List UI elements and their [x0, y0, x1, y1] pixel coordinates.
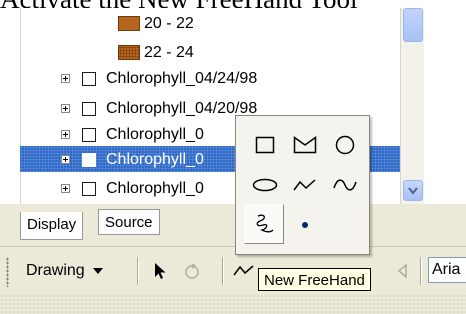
- freehand-icon: [256, 214, 274, 233]
- layer-label[interactable]: Chlorophyll_0: [106, 180, 204, 198]
- new-shape-tool-palette: [235, 115, 370, 255]
- tab-strip: Display Source: [0, 204, 466, 246]
- polygon-icon: [293, 136, 317, 154]
- vertical-scrollbar[interactable]: [400, 8, 424, 204]
- toolbar-separator: [222, 257, 224, 285]
- expand-icon[interactable]: [61, 130, 70, 139]
- tab-source[interactable]: Source: [98, 209, 160, 235]
- drawing-menu-button[interactable]: Drawing: [26, 259, 103, 283]
- layer-visibility-checkbox[interactable]: [82, 71, 96, 86]
- expand-icon[interactable]: [61, 155, 70, 164]
- status-strip: [0, 294, 466, 314]
- circle-tool-button[interactable]: [328, 128, 362, 162]
- scrollbar-thumb[interactable]: [403, 8, 423, 42]
- toolbar-separator: [137, 257, 139, 285]
- layer-row[interactable]: Chlorophyll_04/24/98: [61, 66, 257, 91]
- tooltip: New FreeHand: [258, 268, 371, 291]
- ellipse-tool-button[interactable]: [248, 168, 282, 202]
- expand-icon[interactable]: [61, 184, 70, 193]
- layer-row[interactable]: Chlorophyll_0: [61, 176, 204, 201]
- ellipse-icon: [252, 178, 278, 192]
- chevron-down-icon: [408, 186, 418, 195]
- curve-tool-button[interactable]: [328, 168, 362, 202]
- expand-icon[interactable]: [61, 104, 70, 113]
- freehand-tool-button[interactable]: [244, 204, 284, 244]
- layer-visibility-checkbox[interactable]: [82, 152, 96, 167]
- rectangle-tool-button[interactable]: [248, 128, 282, 162]
- marker-tool-button[interactable]: [288, 208, 322, 242]
- pointer-arrow-icon: [155, 263, 166, 279]
- drawing-menu-label: Drawing: [26, 262, 85, 279]
- line-tool-button[interactable]: [288, 168, 322, 202]
- polyline-icon: [293, 179, 316, 191]
- legend-label: 20 - 22: [144, 14, 194, 32]
- circle-icon: [335, 135, 355, 155]
- toolbar-grip[interactable]: [6, 257, 9, 287]
- drawing-toolbar: Drawing Aria: [0, 246, 466, 295]
- marker-dot-icon: [302, 222, 308, 228]
- rectangle-icon: [255, 136, 275, 154]
- layer-row-selected[interactable]: Chlorophyll_0: [61, 147, 204, 172]
- layer-visibility-checkbox[interactable]: [82, 101, 96, 116]
- arrow-tool-button[interactable]: [394, 259, 418, 283]
- toolbar-separator: [420, 257, 422, 285]
- font-name-input[interactable]: Aria: [428, 257, 466, 283]
- legend-swatch: [118, 45, 140, 60]
- dropdown-arrow-icon: [92, 268, 103, 274]
- layer-label[interactable]: Chlorophyll_0: [106, 151, 204, 169]
- line-tool-icon: [233, 265, 254, 276]
- layer-visibility-checkbox[interactable]: [82, 181, 96, 196]
- legend-swatch: [118, 16, 140, 31]
- layer-visibility-checkbox[interactable]: [82, 127, 96, 142]
- rotate-button[interactable]: [180, 259, 204, 283]
- layer-row[interactable]: Chlorophyll_0: [61, 122, 204, 147]
- legend-item: 20 - 22: [118, 11, 194, 36]
- arrow-shape-icon: [397, 263, 407, 279]
- polygon-tool-button[interactable]: [288, 128, 322, 162]
- legend-item: 22 - 24: [118, 40, 194, 65]
- scroll-down-button[interactable]: [403, 180, 423, 201]
- layer-row[interactable]: Chlorophyll_04/20/98: [61, 96, 257, 121]
- layer-label[interactable]: Chlorophyll_0: [106, 126, 204, 144]
- layer-label[interactable]: Chlorophyll_04/24/98: [106, 70, 257, 88]
- rotate-icon: [185, 263, 199, 279]
- tab-display[interactable]: Display: [20, 212, 84, 240]
- legend-label: 22 - 24: [144, 43, 194, 61]
- select-elements-button[interactable]: [148, 259, 172, 283]
- new-line-tool-button[interactable]: [232, 259, 256, 283]
- expand-icon[interactable]: [61, 74, 70, 83]
- curve-icon: [333, 179, 357, 191]
